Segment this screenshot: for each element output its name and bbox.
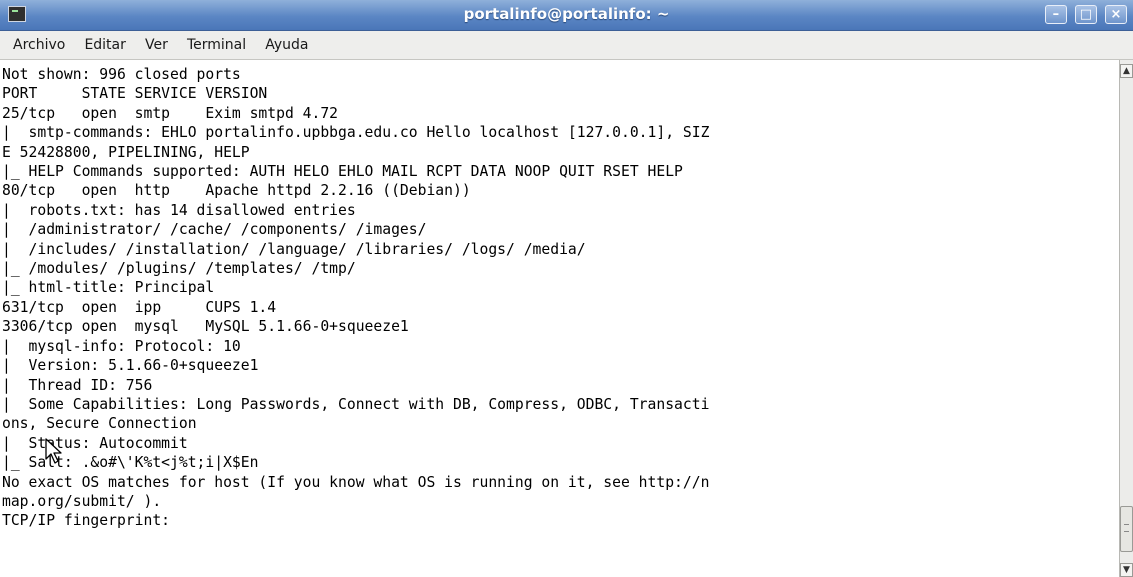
terminal-text: Not shown: 996 closed ports PORT STATE S… <box>0 60 1119 531</box>
terminal-line: | Version: 5.1.66-0+squeeze1 <box>2 357 259 375</box>
terminal-line: |_ html-title: Principal <box>2 279 215 297</box>
title-bar[interactable]: portalinfo@portalinfo: ~ – □ × <box>0 0 1133 31</box>
terminal-line: 3306/tcp open mysql MySQL 5.1.66-0+squee… <box>2 318 409 336</box>
terminal-line: | Status: Autocommit <box>2 434 188 452</box>
terminal-line: 80/tcp open http Apache httpd 2.2.16 ((D… <box>2 182 471 200</box>
menu-bar: Archivo Editar Ver Terminal Ayuda <box>0 31 1133 60</box>
menu-archivo[interactable]: Archivo <box>6 31 72 59</box>
minimize-button[interactable]: – <box>1044 5 1067 24</box>
scroll-down-arrow-icon[interactable]: ▼ <box>1120 563 1133 577</box>
terminal-line: |_ Salt: .&o#\'K%t<j%t;i|X$En <box>2 454 259 472</box>
terminal-line: | Thread ID: 756 <box>2 376 153 394</box>
mouse-pointer-icon <box>45 438 62 464</box>
terminal-line: ons, Secure Connection <box>2 415 197 433</box>
terminal-line: | mysql-info: Protocol: 10 <box>2 337 241 355</box>
terminal-line: | smtp-commands: EHLO portalinfo.upbbga.… <box>2 124 710 142</box>
terminal-line: | Some Capabilities: Long Passwords, Con… <box>2 395 710 413</box>
terminal-line: No exact OS matches for host (If you kno… <box>2 473 710 491</box>
close-button[interactable]: × <box>1105 5 1127 24</box>
menu-terminal[interactable]: Terminal <box>180 31 253 59</box>
window-title: portalinfo@portalinfo: ~ <box>463 5 670 23</box>
terminal-line: | /administrator/ /cache/ /components/ /… <box>2 221 427 239</box>
menu-ver[interactable]: Ver <box>138 31 175 59</box>
terminal-line: Not shown: 996 closed ports <box>2 66 241 83</box>
terminal-line: E 52428800, PIPELINING, HELP <box>2 143 250 161</box>
terminal-line: PORT STATE SERVICE VERSION <box>2 85 268 103</box>
terminal-line: TCP/IP fingerprint: <box>2 512 171 530</box>
terminal-line: |_ /modules/ /plugins/ /templates/ /tmp/ <box>2 260 356 278</box>
terminal-line: | robots.txt: has 14 disallowed entries <box>2 201 356 219</box>
terminal-line: 631/tcp open ipp CUPS 1.4 <box>2 298 277 316</box>
terminal-window: portalinfo@portalinfo: ~ – □ × Archivo E… <box>0 0 1133 577</box>
scroll-up-arrow-icon[interactable]: ▲ <box>1120 64 1133 78</box>
terminal-line: | /includes/ /installation/ /language/ /… <box>2 240 586 258</box>
scrollbar-thumb[interactable] <box>1120 506 1133 552</box>
terminal-line: |_ HELP Commands supported: AUTH HELO EH… <box>2 163 683 181</box>
maximize-button[interactable]: □ <box>1074 5 1097 24</box>
menu-ayuda[interactable]: Ayuda <box>258 31 315 59</box>
window-controls: – □ × <box>1042 5 1127 24</box>
terminal-line: 25/tcp open smtp Exim smtpd 4.72 <box>2 104 339 122</box>
terminal-output[interactable]: Not shown: 996 closed ports PORT STATE S… <box>0 60 1119 577</box>
menu-editar[interactable]: Editar <box>77 31 132 59</box>
vertical-scrollbar[interactable]: ▲ ▼ <box>1119 60 1133 577</box>
terminal-line: map.org/submit/ ). <box>2 492 162 510</box>
